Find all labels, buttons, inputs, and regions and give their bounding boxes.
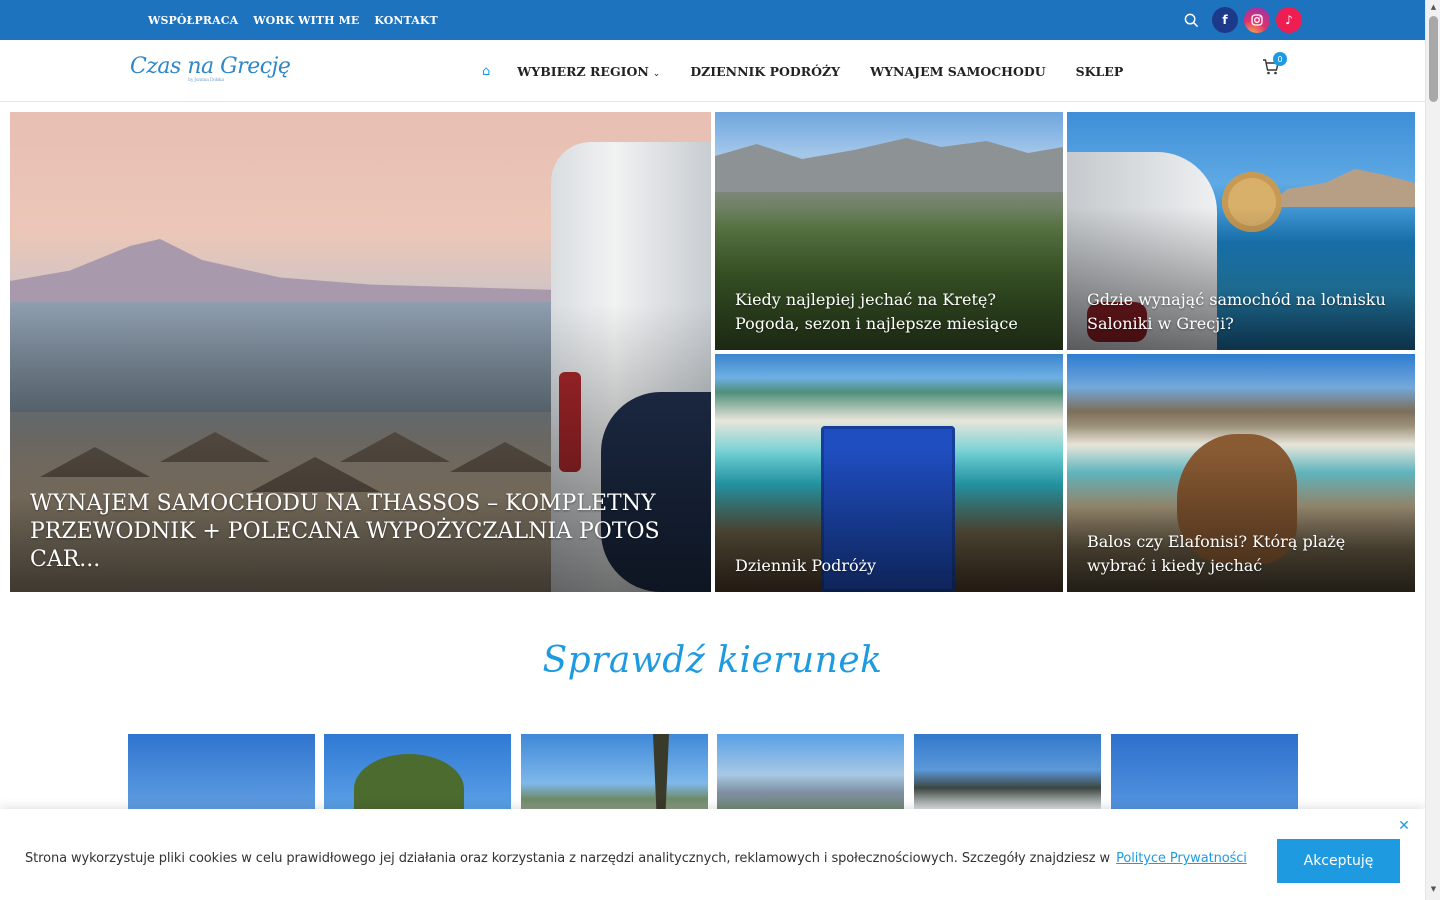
- hero-post-3[interactable]: Dziennik Podróży: [715, 354, 1063, 592]
- hero-post-2-island: [1265, 169, 1415, 207]
- cookie-text: Strona wykorzystuje pliki cookies w celu…: [25, 851, 1247, 866]
- nav-item-wynajem-samochodu[interactable]: WYNAJEM SAMOCHODU: [870, 64, 1046, 79]
- top-link-kontakt[interactable]: KONTAKT: [374, 14, 437, 27]
- scroll-up-icon[interactable]: ▲: [1429, 3, 1438, 13]
- hero-main-mountain: [10, 239, 610, 302]
- instagram-icon[interactable]: [1244, 7, 1270, 33]
- hero-post-1-mountains: [715, 138, 1063, 192]
- top-link-work-with-me[interactable]: WORK WITH ME: [253, 14, 359, 27]
- tiktok-icon[interactable]: ♪: [1276, 7, 1302, 33]
- hero-post-4-title[interactable]: Balos czy Elafonisi? Którą plażę wybrać …: [1087, 530, 1402, 578]
- facebook-icon[interactable]: f: [1212, 7, 1238, 33]
- hero-post-4[interactable]: Balos czy Elafonisi? Którą plażę wybrać …: [1067, 354, 1415, 592]
- nav-item-wybierz-region[interactable]: WYBIERZ REGION ⌄: [517, 64, 660, 79]
- logo-text: Czas na Grecję: [130, 54, 291, 79]
- cart-button[interactable]: 0: [1262, 52, 1287, 80]
- privacy-policy-link[interactable]: Polityce Prywatności: [1116, 851, 1247, 866]
- hero-main-post[interactable]: WYNAJEM SAMOCHODU NA THASSOS – KOMPLETNY…: [10, 112, 711, 592]
- nav-item-label: WYBIERZ REGION: [517, 63, 649, 79]
- nav-item-sklep[interactable]: SKLEP: [1076, 64, 1124, 79]
- scroll-thumb[interactable]: [1429, 16, 1438, 102]
- page-scrollbar[interactable]: ▲ ▼: [1425, 0, 1440, 900]
- site-logo[interactable]: Czas na Grecję by Joanna Dolska: [130, 54, 291, 83]
- section-title: Sprawdź kierunek: [542, 640, 883, 681]
- cart-count-badge: 0: [1273, 52, 1287, 66]
- cookie-banner: ✕ Strona wykorzystuje pliki cookies w ce…: [0, 809, 1425, 900]
- close-icon[interactable]: ✕: [1397, 819, 1411, 833]
- main-nav: ⌂ WYBIERZ REGION ⌄ DZIENNIK PODRÓŻY WYNAJ…: [482, 40, 1153, 102]
- hero-post-1[interactable]: Kiedy najlepiej jechać na Kretę? Pogoda,…: [715, 112, 1063, 350]
- chevron-down-icon: ⌄: [652, 68, 661, 79]
- search-icon[interactable]: [1180, 7, 1202, 33]
- scroll-down-icon[interactable]: ▼: [1429, 885, 1438, 895]
- hero-post-2-title[interactable]: Gdzie wynająć samochód na lotnisku Salon…: [1087, 288, 1402, 336]
- top-links: WSPÓŁPRACA WORK WITH ME KONTAKT: [148, 0, 438, 40]
- hero-post-1-title[interactable]: Kiedy najlepiej jechać na Kretę? Pogoda,…: [735, 288, 1050, 336]
- main-header: Czas na Grecję by Joanna Dolska ⌂ WYBIER…: [0, 40, 1425, 102]
- hero-post-3-title[interactable]: Dziennik Podróży: [735, 554, 1050, 578]
- accept-cookies-button[interactable]: Akceptuję: [1277, 839, 1400, 883]
- top-link-wspolpraca[interactable]: WSPÓŁPRACA: [148, 14, 238, 27]
- hero-post-2[interactable]: Gdzie wynająć samochód na lotnisku Salon…: [1067, 112, 1415, 350]
- nav-item-dziennik-podrozy[interactable]: DZIENNIK PODRÓŻY: [690, 64, 840, 79]
- hero-main-title[interactable]: WYNAJEM SAMOCHODU NA THASSOS – KOMPLETNY…: [30, 490, 700, 574]
- top-bar: WSPÓŁPRACA WORK WITH ME KONTAKT f ♪: [0, 0, 1425, 40]
- cookie-message: Strona wykorzystuje pliki cookies w celu…: [25, 851, 1111, 866]
- home-icon[interactable]: ⌂: [482, 64, 490, 79]
- top-bar-right: f ♪: [1180, 7, 1302, 33]
